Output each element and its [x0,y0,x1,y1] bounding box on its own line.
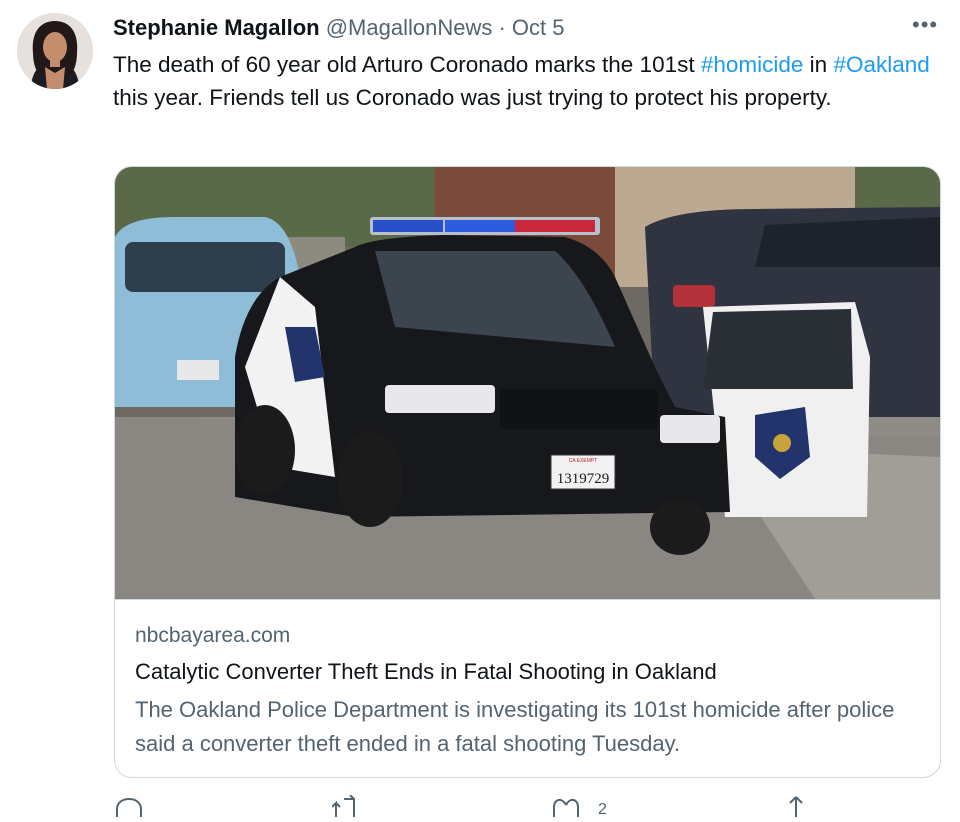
card-divider [115,599,940,600]
tweet-text-part: this year. Friends tell us Coronado was … [113,85,832,110]
tweet-header: Stephanie Magallon @MagallonNews · Oct 5 [113,14,565,42]
tweet-text-part: The death of 60 year old Arturo Coronado… [113,52,701,77]
reply-icon[interactable] [115,795,143,822]
tweet-actions: 2 [0,794,960,818]
author-name[interactable]: Stephanie Magallon [113,15,320,40]
share-icon[interactable] [782,795,810,822]
like-icon[interactable] [552,795,580,822]
card-title[interactable]: Catalytic Converter Theft Ends in Fatal … [135,657,717,687]
header-separator: · [498,15,506,40]
hashtag-homicide[interactable]: #homicide [701,52,804,77]
link-card[interactable]: CA EXEMPT 1319729 nbcbayarea.com Catalyt… [114,166,941,778]
card-description: The Oakland Police Department is investi… [135,697,895,756]
hashtag-oakland[interactable]: #Oakland [833,52,929,77]
license-plate-label: CA EXEMPT [569,458,598,464]
card-domain: nbcbayarea.com [135,624,291,647]
tweet-text: The death of 60 year old Arturo Coronado… [113,48,943,114]
author-handle[interactable]: @MagallonNews [326,15,493,40]
tweet-date[interactable]: Oct 5 [512,15,565,40]
more-options-icon[interactable]: ••• [912,13,938,37]
like-count: 2 [598,801,607,818]
author-avatar[interactable] [17,13,93,89]
license-plate-number: 1319729 [557,471,610,487]
card-image[interactable]: CA EXEMPT 1319729 [115,167,940,599]
retweet-icon[interactable] [331,794,360,822]
tweet-text-part: in [803,52,834,77]
